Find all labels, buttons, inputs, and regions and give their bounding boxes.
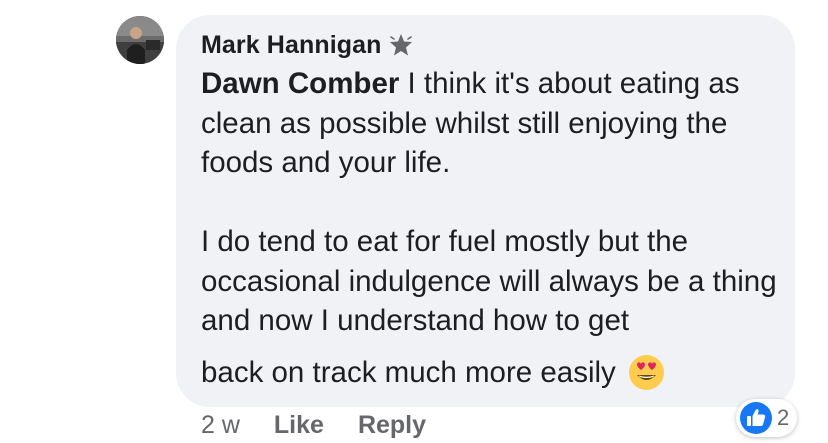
comment-text-2: I do tend to eat for fuel mostly but the… [201, 225, 777, 337]
reaction-count: 2 [777, 405, 790, 430]
author-name[interactable]: Mark Hannigan [201, 31, 382, 60]
mention-link[interactable]: Dawn Comber [201, 67, 399, 100]
comment-header: Mark Hannigan [201, 28, 414, 62]
comment-text-3: back on track much more easily [201, 355, 616, 389]
reply-button[interactable]: Reply [358, 411, 426, 440]
like-button[interactable]: Like [274, 411, 324, 440]
comment-paragraph-1: Dawn Comber I think it's about eating as… [201, 64, 786, 183]
reaction-summary[interactable]: 2 [736, 399, 798, 437]
avatar-photo [116, 16, 164, 64]
comment-thread: Mark Hannigan Dawn Comber I think it's a… [0, 0, 828, 443]
heart-eyes-emoji-icon [628, 354, 665, 391]
star-badge-icon[interactable] [388, 32, 414, 58]
comment-last-line: back on track much more easily [201, 353, 665, 393]
thumbs-up-icon [739, 401, 773, 435]
comment-body: Dawn Comber I think it's about eating as… [201, 64, 786, 392]
avatar[interactable] [116, 16, 164, 64]
comment-timestamp[interactable]: 2 w [201, 411, 240, 440]
comment-actions: 2 w Like Reply [201, 411, 426, 440]
comment-paragraph-2: I do tend to eat for fuel mostly but the… [201, 222, 786, 392]
